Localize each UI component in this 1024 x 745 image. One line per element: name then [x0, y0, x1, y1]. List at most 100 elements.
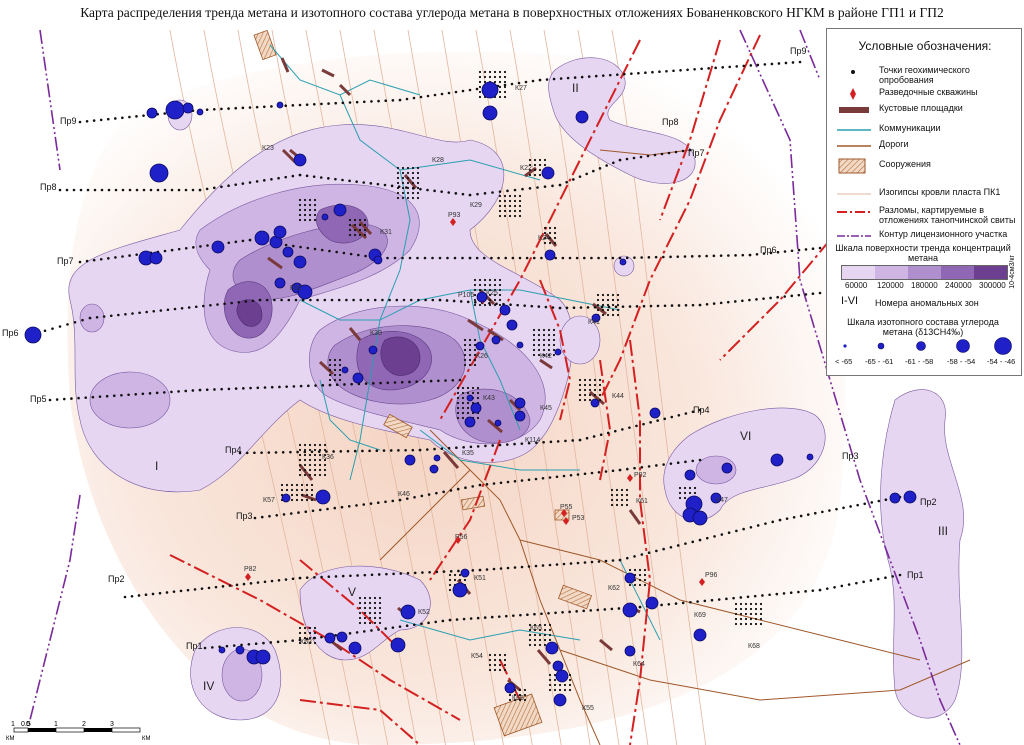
isotope-class-label: -58 - -54 — [947, 357, 976, 366]
sample-point — [759, 607, 763, 611]
sample-point — [556, 440, 560, 443]
sample-point — [498, 204, 502, 208]
sample-point — [347, 505, 351, 508]
sample-point — [498, 90, 502, 94]
sample-point — [478, 283, 482, 287]
sample-point — [543, 163, 547, 167]
anomaly-zone-label: IV — [203, 679, 214, 693]
sample-point — [373, 596, 377, 600]
sample-point — [463, 578, 467, 582]
sample-point — [898, 573, 902, 577]
sample-point — [456, 396, 460, 400]
sample-point — [663, 304, 667, 308]
sample-point — [891, 575, 895, 578]
sample-point — [313, 218, 317, 222]
sample-point — [303, 458, 307, 462]
sample-point — [445, 299, 449, 302]
sample-point — [310, 450, 314, 454]
sample-point — [289, 450, 292, 454]
isotope-class-label: < -65 — [835, 357, 853, 366]
sample-point — [601, 293, 605, 297]
sample-point — [478, 70, 482, 74]
sample-point — [475, 87, 479, 91]
sample-point — [616, 293, 620, 297]
cluster-label: К64 — [633, 661, 645, 668]
sample-point — [373, 621, 377, 625]
cluster-label: К30 — [370, 330, 382, 337]
sample-point — [498, 209, 502, 213]
sample-point — [508, 209, 512, 213]
sample-point — [583, 393, 587, 397]
isotope-anomaly-point — [499, 304, 511, 316]
sample-point — [235, 583, 239, 587]
sample-point — [590, 560, 594, 564]
sample-point — [334, 575, 338, 578]
sample-point — [298, 631, 302, 635]
sample-point — [275, 514, 279, 517]
well-label: Р105 — [458, 292, 474, 299]
sample-point — [504, 256, 508, 260]
sample-point — [759, 602, 763, 606]
sample-point — [348, 233, 352, 237]
sample-point — [620, 498, 624, 502]
well-label: Р55 — [560, 504, 573, 511]
sample-point — [583, 561, 587, 564]
sample-point — [478, 75, 482, 79]
sample-point — [674, 602, 678, 605]
sample-point — [453, 573, 457, 577]
sample-point — [630, 72, 633, 75]
isotope-anomaly-point — [373, 255, 383, 265]
sample-point — [363, 573, 367, 577]
legend-item-label: Коммуникации — [879, 123, 941, 133]
sample-point — [683, 486, 687, 490]
sample-point — [456, 401, 460, 405]
sample-point — [353, 228, 357, 232]
sample-point — [503, 199, 507, 203]
sample-point — [755, 253, 759, 256]
sample-point — [533, 173, 537, 177]
sample-point — [633, 466, 636, 470]
sample-point — [448, 588, 452, 592]
sample-point — [483, 75, 487, 79]
sample-point — [688, 486, 692, 490]
sample-point — [578, 383, 582, 387]
sample-point — [310, 483, 314, 487]
sample-point — [220, 185, 223, 189]
well-label: Р92 — [634, 472, 647, 479]
sample-point — [323, 298, 327, 302]
sample-point — [744, 607, 748, 611]
sample-point — [431, 298, 435, 302]
sample-point — [310, 498, 314, 502]
sample-point — [411, 186, 415, 190]
sample-point — [532, 353, 536, 357]
sample-point — [305, 488, 309, 492]
sample-point — [348, 223, 352, 227]
sample-point — [468, 353, 472, 357]
sample-point — [488, 278, 492, 282]
sample-point — [313, 631, 317, 635]
sample-point — [739, 622, 743, 626]
sample-point — [775, 592, 779, 596]
sample-point — [587, 75, 591, 78]
sample-point — [308, 468, 312, 472]
sample-point — [298, 458, 302, 462]
sample-point — [476, 416, 480, 420]
sample-point — [391, 499, 395, 503]
sample-point — [598, 167, 602, 170]
sample-point — [672, 69, 675, 73]
sample-point — [783, 250, 787, 253]
sample-point — [362, 181, 366, 184]
sample-point — [100, 188, 104, 192]
sample-point — [513, 566, 517, 569]
sample-point — [247, 643, 251, 646]
sample-point — [735, 529, 738, 533]
sample-point — [705, 536, 709, 540]
sample-point — [303, 448, 307, 452]
sample-point — [742, 64, 746, 68]
sample-point — [518, 209, 522, 213]
cluster-label: К26 — [476, 353, 488, 360]
sample-point — [568, 683, 572, 687]
sample-point — [401, 171, 405, 175]
sample-point — [635, 305, 639, 308]
sample-point — [187, 306, 191, 309]
